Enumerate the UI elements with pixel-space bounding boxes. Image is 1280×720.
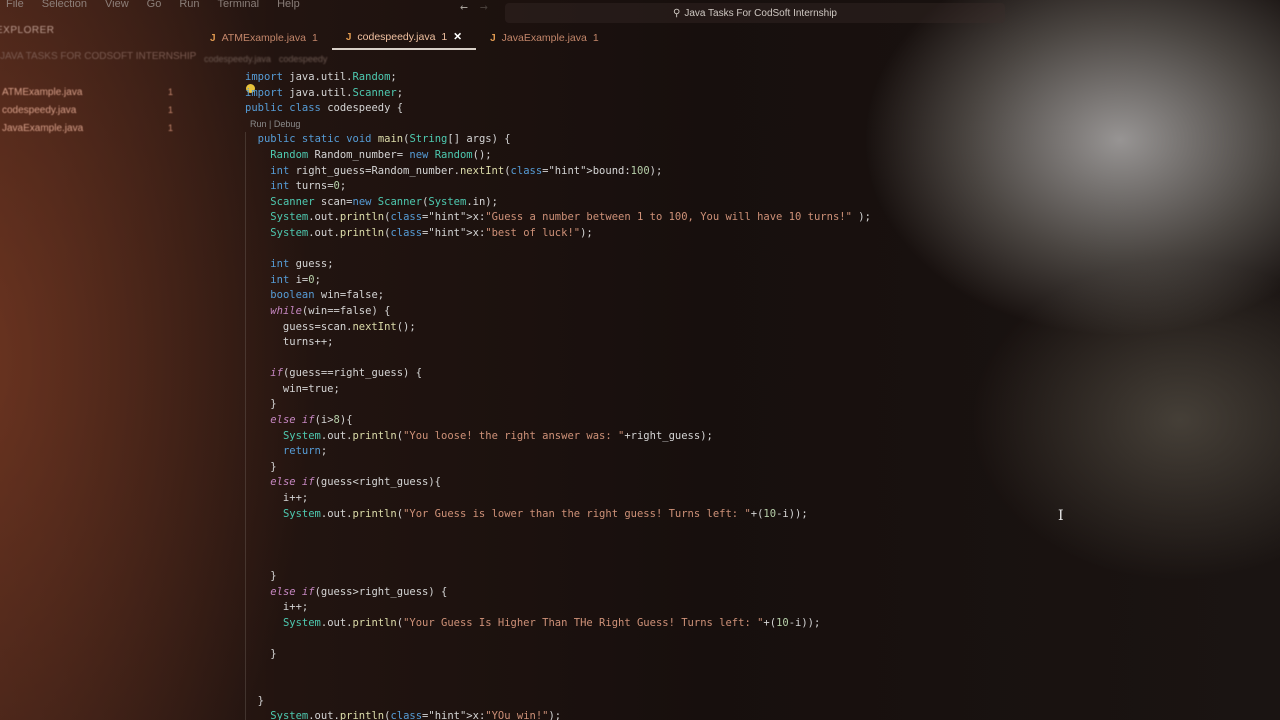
code-lens-run-debug[interactable]: Run | Debug [245,117,871,133]
tab-problem-count: 1 [441,31,448,43]
code-line[interactable]: System.out.println(class="hint">x:"Guess… [245,210,871,226]
code-line[interactable]: } [245,460,871,476]
code-line[interactable] [245,631,871,647]
back-arrow-icon[interactable]: ← [460,0,468,15]
code-line[interactable] [245,538,871,554]
code-line[interactable]: import java.util.Random; [245,70,871,86]
explorer-file-codespeedy[interactable]: codespeedy.java [2,105,76,116]
menu-go[interactable]: Go [147,0,162,10]
navigation-arrows: ← → [460,0,488,15]
menu-run[interactable]: Run [179,0,199,10]
explorer-header: EXPLORER [0,25,55,36]
tab-javaexample[interactable]: J JavaExample.java 1 [476,26,613,50]
code-line[interactable]: } [245,694,871,710]
workspace-title: Java Tasks For CodSoft Internship [684,7,837,19]
tab-label: ATMExample.java [221,32,306,44]
tab-problem-count: 1 [592,32,599,44]
java-file-icon: J [490,32,496,44]
menu-selection[interactable]: Selection [42,0,87,10]
tab-codespeedy[interactable]: J codespeedy.java 1 ✕ [331,26,477,50]
code-line[interactable] [245,678,871,694]
explorer-file-badge: 1 [168,123,174,133]
breadcrumb: codespeedy.java codespeedy [204,54,327,64]
java-file-icon: J [345,31,352,43]
code-line[interactable]: else if(guess>right_guess) { [245,585,871,601]
breadcrumb-file[interactable]: codespeedy.java [204,54,271,64]
code-line[interactable]: } [245,397,871,413]
code-line[interactable] [245,351,871,367]
code-line[interactable] [245,663,871,679]
code-line[interactable]: int i=0; [245,273,871,289]
code-line[interactable]: int right_guess=Random_number.nextInt(cl… [245,164,871,180]
code-line[interactable]: return; [245,444,871,460]
explorer-file-atmexample[interactable]: ATMExample.java [2,87,82,98]
search-icon: ⚲ [673,7,681,19]
code-line[interactable]: Random Random_number= new Random(); [245,148,871,164]
explorer-file-javaexample[interactable]: JavaExample.java [2,123,83,134]
code-line[interactable]: win=true; [245,382,871,398]
breadcrumb-class[interactable]: codespeedy [279,54,328,64]
code-line[interactable]: } [245,569,871,585]
editor-tabs: J ATMExample.java 1 J codespeedy.java 1 … [196,26,599,50]
code-line[interactable]: Scanner scan=new Scanner(System.in); [245,195,871,211]
code-line[interactable]: public class codespeedy { [245,101,871,117]
close-icon[interactable]: ✕ [453,31,462,43]
java-file-icon: J [210,32,216,44]
code-line[interactable]: int guess; [245,257,871,273]
code-line[interactable] [245,553,871,569]
command-center[interactable]: ⚲ Java Tasks For CodSoft Internship [505,3,1005,23]
code-line[interactable]: System.out.println("Yor Guess is lower t… [245,507,871,523]
menu-file[interactable]: File [6,0,24,10]
code-line[interactable]: import java.util.Scanner; [245,86,871,102]
text-cursor-icon: I [1058,508,1064,524]
code-line[interactable] [245,522,871,538]
code-editor[interactable]: import java.util.Random; import java.util… [245,70,871,720]
tab-label: codespeedy.java [357,31,436,43]
explorer-file-badge: 1 [168,87,174,97]
code-line[interactable]: turns++; [245,335,871,351]
code-line[interactable]: boolean win=false; [245,288,871,304]
forward-arrow-icon[interactable]: → [480,0,488,15]
tab-label: JavaExample.java [501,32,587,44]
explorer-file-badge: 1 [168,105,174,115]
code-line[interactable]: else if(i>8){ [245,413,871,429]
code-line[interactable]: i++; [245,600,871,616]
code-line[interactable]: System.out.println(class="hint">x:"YOu w… [245,709,871,720]
tab-problem-count: 1 [311,32,318,44]
code-line[interactable]: else if(guess<right_guess){ [245,475,871,491]
code-line[interactable]: i++; [245,491,871,507]
code-line[interactable]: while(win==false) { [245,304,871,320]
code-line[interactable]: System.out.println(class="hint">x:"best … [245,226,871,242]
menu-view[interactable]: View [105,0,129,10]
code-line[interactable]: System.out.println("You loose! the right… [245,429,871,445]
menu-terminal[interactable]: Terminal [218,0,260,10]
code-line[interactable]: int turns=0; [245,179,871,195]
explorer-project-name[interactable]: JAVA TASKS FOR CODSOFT INTERNSHIP [0,51,196,62]
code-line[interactable]: System.out.println("Your Guess Is Higher… [245,616,871,632]
code-line[interactable]: guess=scan.nextInt(); [245,320,871,336]
code-line[interactable] [245,242,871,258]
menu-help[interactable]: Help [277,0,300,10]
code-line[interactable]: } [245,647,871,663]
explorer-sidebar: EXPLORER JAVA TASKS FOR CODSOFT INTERNSH… [0,25,200,720]
code-line[interactable]: if(guess==right_guess) { [245,366,871,382]
tab-atmexample[interactable]: J ATMExample.java 1 [196,26,332,50]
photo-of-monitor: File Selection View Go Run Terminal Help… [0,0,1280,720]
code-line[interactable]: public static void main(String[] args) { [245,132,871,148]
